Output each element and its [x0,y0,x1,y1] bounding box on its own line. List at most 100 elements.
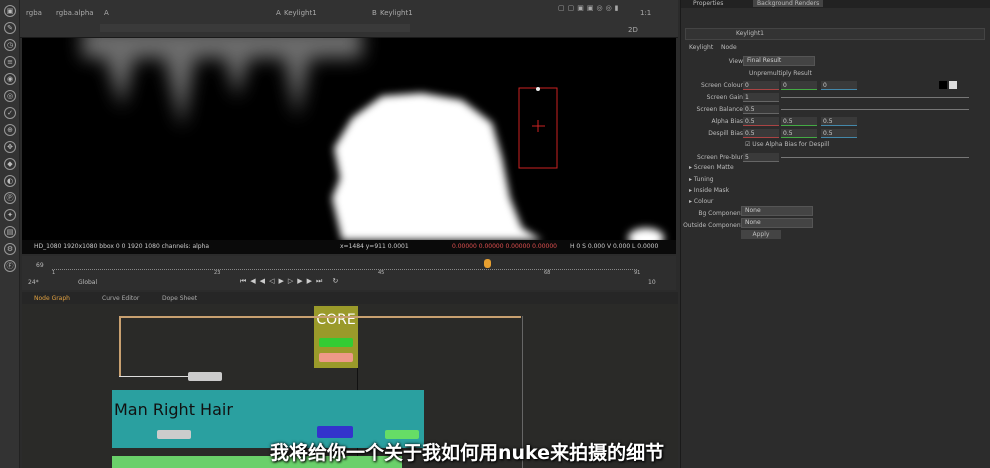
backdrop-label: CORE [316,312,356,328]
frame-slider[interactable] [52,262,637,270]
furnace-icon[interactable]: Ⓕ [4,260,16,272]
node[interactable] [188,372,222,381]
frame-field[interactable]: 69 [36,262,44,269]
zoom-dropdown[interactable]: 1:1 [640,9,651,17]
tab-dope-sheet[interactable]: Dope Sheet [156,293,203,304]
tab-properties[interactable]: Properties [693,0,723,7]
playback-controls[interactable]: ⏮◀◀◁▶▷▶▶⏭ ↻ [240,277,470,287]
screen-gain-slider[interactable] [781,97,969,98]
tab-background-renders[interactable]: Background Renders [753,0,824,7]
metadata-icon[interactable]: Ⓟ [4,192,16,204]
layer-dropdown[interactable]: rgba.alpha [56,9,94,17]
range-dropdown[interactable]: Global [78,279,97,286]
screen-preblur-slider[interactable] [781,157,969,158]
tick-label: 68 [544,270,551,276]
color-icon[interactable]: ◉ [4,73,16,85]
tab-keylight[interactable]: Keylight [689,44,713,51]
time-icon[interactable]: ◷ [4,39,16,51]
display-channel[interactable]: A [104,9,109,17]
format-info: HD_1080 1920x1080 bbox 0 0 1920 1080 cha… [34,243,210,250]
unpremultiply-checkbox[interactable]: Unpremultiply Result [749,70,812,77]
input-a-label: A [276,9,281,17]
viewer-toolbar: rgba rgba.alpha A A Keylight1 B Keylight… [20,0,678,38]
outside-component-dropdown[interactable]: None [741,218,813,228]
param-label: Screen Pre-blur [697,154,743,161]
increment-field[interactable]: 10 [648,279,656,286]
param-label: Alpha Bias [711,118,743,125]
group-colour[interactable]: ▸ Colour [689,198,713,205]
toolsets-icon[interactable]: ▤ [4,226,16,238]
alpha-matte-image [82,38,664,240]
apply-button[interactable]: Apply [741,230,781,239]
group-label: Colour [693,198,714,205]
fps-dropdown[interactable]: 24* [28,279,39,286]
input-b-dropdown[interactable]: Keylight1 [380,9,413,17]
tab-node-graph[interactable]: Node Graph [28,293,76,304]
tick-label: 91 [634,270,641,276]
color-swatch[interactable] [939,81,947,89]
group-inside-mask[interactable]: ▸ Inside Mask [689,187,729,194]
pipe [119,316,521,318]
color-picker[interactable] [949,81,957,89]
group-label: Inside Mask [693,187,730,194]
despill-bias-b[interactable]: 0.5 [821,129,857,138]
channels-dropdown[interactable]: rgba [26,9,42,17]
screen-balance-slider[interactable] [781,109,969,110]
filter-icon[interactable]: ◎ [4,90,16,102]
viewer-info-bar: HD_1080 1920x1080 bbox 0 0 1920 1080 cha… [22,240,676,254]
param-label: Bg Component [698,210,743,217]
param-label: Despill Bias [708,130,743,137]
screen-colour-r[interactable]: 0 [743,81,779,90]
node[interactable] [157,430,191,439]
node[interactable] [319,338,353,347]
node[interactable] [319,353,353,362]
alpha-bias-b[interactable]: 0.5 [821,117,857,126]
despill-bias-r[interactable]: 0.5 [743,129,779,138]
node[interactable] [317,426,353,438]
gain-slider[interactable] [100,24,410,32]
merge-icon[interactable]: ⊕ [4,124,16,136]
views-icon[interactable]: ◐ [4,175,16,187]
cursor-coords: x=1484 y=911 0.0001 [340,243,409,250]
view-label: View [728,58,743,65]
pixel-values: 0.00000 0.00000 0.00000 0.00000 [452,243,557,250]
viewer-canvas[interactable] [22,38,676,240]
channel-icon[interactable]: ≡ [4,56,16,68]
input-b-label: B [372,9,377,17]
viewer-buttons[interactable]: ▢▢▣▣◎◎▮ [558,4,628,14]
draw-icon[interactable]: ✎ [4,22,16,34]
bg-component-dropdown[interactable]: None [741,206,813,216]
keyer-icon[interactable]: ✓ [4,107,16,119]
view-dropdown[interactable]: Final Result [743,56,815,66]
input-a-dropdown[interactable]: Keylight1 [284,9,317,17]
particles-icon[interactable]: ✦ [4,209,16,221]
image-icon[interactable]: ▣ [4,5,16,17]
screen-colour-g[interactable]: 0 [781,81,817,90]
screen-colour-b[interactable]: 0 [821,81,857,90]
group-label: Screen Matte [693,164,734,171]
alpha-bias-g[interactable]: 0.5 [781,117,817,126]
timeline: 69 1 23 45 68 91 24* Global ⏮◀◀◁▶▷▶▶⏭ ↻ … [22,256,676,290]
despill-bias-g[interactable]: 0.5 [781,129,817,138]
screen-balance-field[interactable]: 0.5 [743,105,779,114]
param-label: Screen Balance [696,106,743,113]
playhead[interactable] [484,259,491,268]
screen-gain-field[interactable]: 1 [743,93,779,102]
view-mode-dropdown[interactable]: 2D [628,26,638,34]
group-screen-matte[interactable]: ▸ Screen Matte [689,164,734,171]
panel-tabs: Node Graph Curve Editor Dope Sheet [22,292,678,304]
other-icon[interactable]: ⚙ [4,243,16,255]
tab-node[interactable]: Node [721,44,737,51]
transform-icon[interactable]: ✥ [4,141,16,153]
screen-preblur-field[interactable]: 5 [743,153,779,162]
tab-curve-editor[interactable]: Curve Editor [96,293,145,304]
3d-icon[interactable]: ◆ [4,158,16,170]
backdrop-label: Man Right Hair [114,400,233,419]
checkbox-label: Use Alpha Bias for Despill [752,141,830,148]
properties-tabbar: Properties Background Renders [681,0,990,8]
group-tuning[interactable]: ▸ Tuning [689,176,714,183]
use-alpha-bias-checkbox[interactable]: ☑ Use Alpha Bias for Despill [745,141,829,148]
node-name-field[interactable]: Keylight1 [736,30,764,37]
alpha-bias-r[interactable]: 0.5 [743,117,779,126]
tick-label: 23 [214,270,221,276]
